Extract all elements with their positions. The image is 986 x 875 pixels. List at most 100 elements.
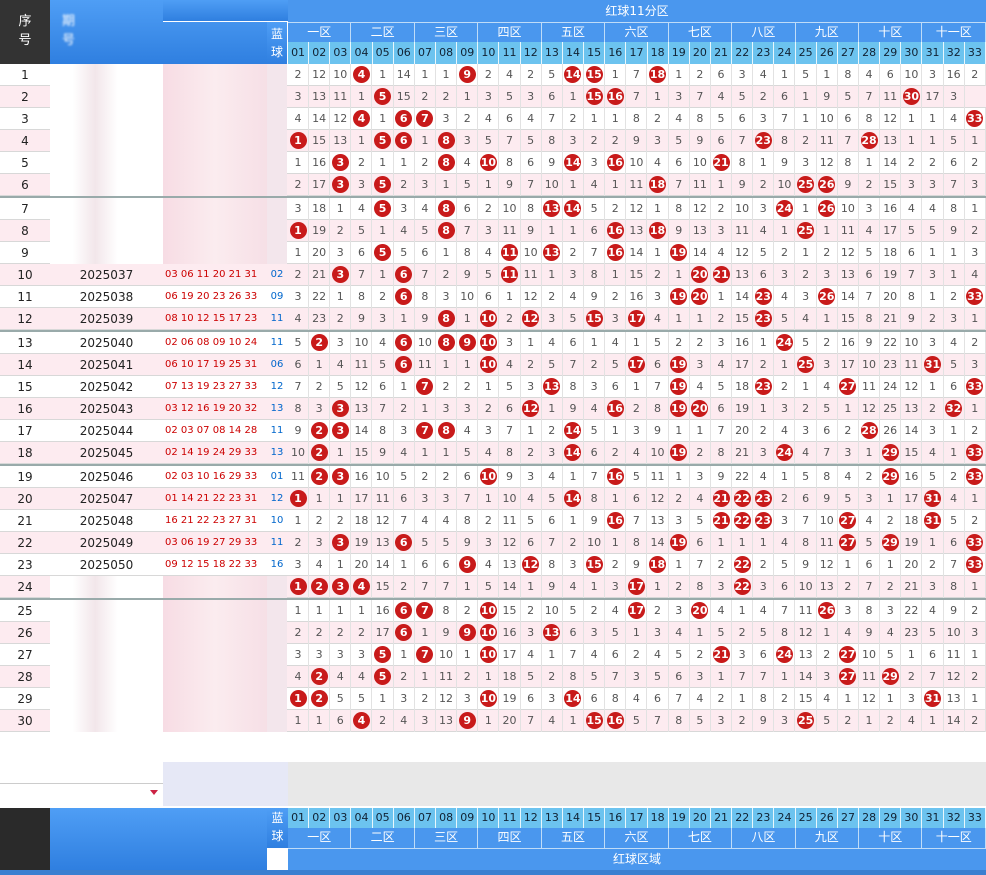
header-number-32: 32: [944, 42, 965, 64]
drawn-number-ball: 24: [774, 644, 796, 666]
omission-count: 1: [288, 242, 309, 264]
drawn-number-ball: 29: [880, 442, 902, 464]
omission-count: 1: [415, 622, 436, 644]
omission-count: 2: [309, 510, 331, 532]
omission-count: 1: [542, 264, 563, 286]
omission-count: 1: [351, 86, 373, 108]
omission-count: 4: [626, 442, 648, 464]
omission-count: 3: [690, 466, 711, 488]
table-row: 2 3 13 11 1 5 15 2 2 1 3 5 3 6 1 15 16 7 1 3 7 4 5 2 6 1 9 5 7 11 30 17…: [0, 86, 986, 108]
omission-count: 1: [373, 220, 394, 242]
omission-count: 3: [753, 442, 775, 464]
omission-count: 3: [584, 376, 606, 398]
omission-count: 19: [309, 220, 331, 242]
omission-count: 1: [965, 688, 986, 710]
omission-count: 13: [690, 220, 711, 242]
drawn-number-ball: 5: [373, 198, 394, 220]
omission-count: 15: [901, 442, 923, 464]
drawn-number-ball: 33: [965, 554, 986, 576]
omission-count: 6: [373, 376, 394, 398]
omission-count: 8: [690, 108, 711, 130]
drawn-number-ball: 33: [965, 532, 986, 554]
dropdown-arrow-icon[interactable]: [150, 790, 158, 795]
omission-count: 2: [690, 442, 711, 464]
omission-count: 1: [880, 554, 902, 576]
omission-count: 5: [605, 354, 627, 376]
row-blue-ball: 12: [270, 493, 284, 504]
drawn-number-ball: 8: [436, 308, 458, 330]
omission-count: 6: [732, 108, 754, 130]
omission-count: 2: [415, 86, 436, 108]
drawn-number-ball: 1: [288, 130, 309, 152]
omission-count: 9: [944, 600, 965, 622]
omission-count: 17: [309, 174, 331, 196]
omission-count: 22: [880, 332, 902, 354]
drawn-number-ball: 19: [669, 286, 690, 308]
omission-count: 2: [415, 152, 436, 174]
omission-count: 1: [415, 130, 436, 152]
drawn-number-ball: 4: [351, 108, 373, 130]
omission-count: 2: [648, 600, 669, 622]
omission-count: 3: [436, 398, 458, 420]
omission-count: 18: [351, 510, 373, 532]
omission-count: 6: [901, 242, 923, 264]
omission-count: 10: [796, 576, 817, 598]
row-index: 1: [21, 68, 29, 82]
row-blue-ball: 02: [270, 269, 284, 280]
omission-count: 16: [500, 622, 521, 644]
row-issue: [50, 666, 163, 688]
omission-count: 10: [436, 644, 458, 666]
drawn-number-ball: 8: [436, 420, 458, 442]
omission-count: 11: [648, 466, 669, 488]
omission-count: 5: [394, 466, 415, 488]
drawn-number-ball: 31: [923, 354, 944, 376]
omission-count: 7: [753, 666, 775, 688]
row-red-balls: [163, 644, 267, 666]
omission-count: 4: [563, 576, 584, 598]
omission-count: 24: [880, 376, 902, 398]
omission-count: 1: [584, 576, 606, 598]
omission-count: 5: [690, 710, 711, 732]
omission-count: 2: [330, 220, 352, 242]
row-issue: [50, 600, 163, 622]
omission-count: 8: [500, 152, 521, 174]
row-issue: 2025048: [79, 514, 134, 528]
header-number-33: 33: [965, 42, 986, 64]
drawn-number-ball: 9: [457, 64, 479, 86]
omission-count: 4: [309, 554, 331, 576]
drawn-number-ball: 31: [923, 688, 944, 710]
row-issue: [50, 644, 163, 666]
omission-count: 4: [648, 152, 669, 174]
omission-count: 4: [394, 442, 415, 464]
table-row: 20 2025047 01 14 21 22 23 31 12 1 1 1 17 11 6 3 3 7 1…: [0, 488, 986, 510]
omission-count: 3: [436, 488, 458, 510]
omission-count: 14: [351, 420, 373, 442]
omission-count: 17: [838, 354, 859, 376]
omission-count: 5: [457, 442, 479, 464]
omission-count: 1: [415, 398, 436, 420]
omission-count: 5: [817, 398, 838, 420]
omission-count: 3: [521, 376, 542, 398]
omission-count: 7: [542, 108, 563, 130]
omission-count: 5: [944, 354, 965, 376]
row-blue-ball: 13: [270, 447, 284, 458]
omission-count: 2: [774, 242, 796, 264]
row-index: 18: [17, 446, 33, 460]
omission-count: 13: [880, 130, 902, 152]
omission-count: 3: [563, 554, 584, 576]
omission-count: 19: [351, 532, 373, 554]
omission-count: 3: [330, 242, 352, 264]
footer-number-24: 24: [774, 808, 796, 828]
omission-count: 3: [817, 354, 838, 376]
drawn-number-ball: 6: [394, 354, 415, 376]
omission-count: 5: [817, 710, 838, 732]
drawn-number-ball: 12: [521, 554, 542, 576]
omission-count: 2: [648, 264, 669, 286]
omission-count: 1: [373, 264, 394, 286]
omission-count: 20: [732, 420, 754, 442]
header-zone-10: 十区: [859, 23, 923, 42]
drawn-number-ball: 14: [563, 420, 584, 442]
row-red-balls: 07 13 19 23 27 33: [165, 381, 258, 392]
omission-count: 7: [817, 442, 838, 464]
omission-count: 10: [500, 198, 521, 220]
